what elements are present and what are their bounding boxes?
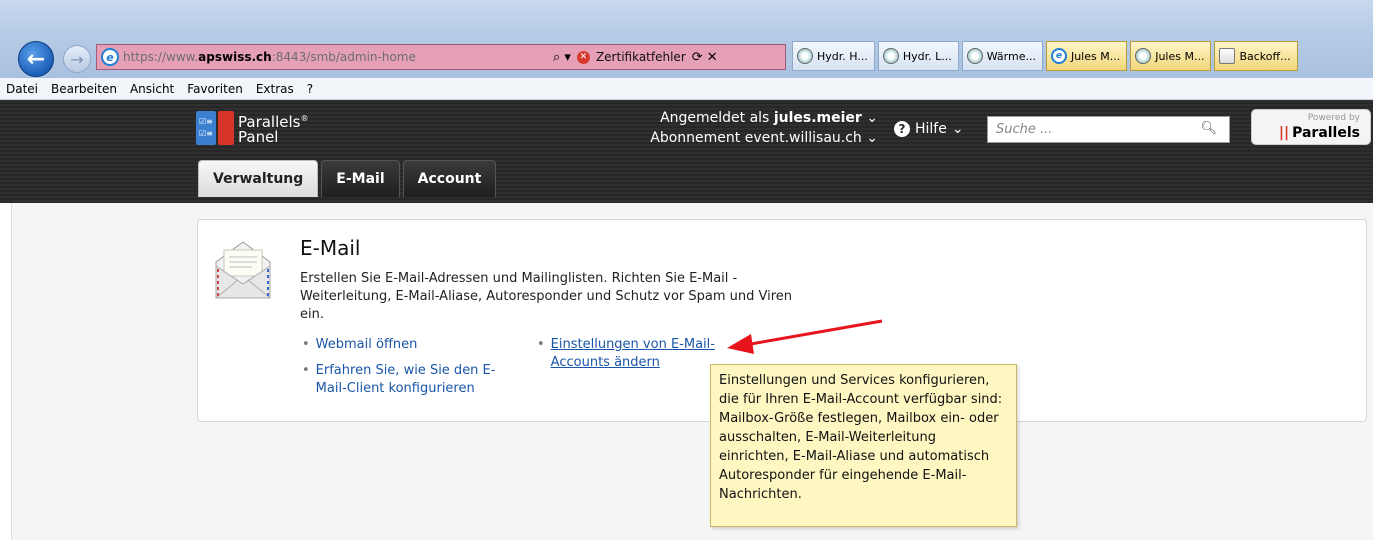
client-config-link[interactable]: Erfahren Sie, wie Sie den E- Mail-Client … xyxy=(316,362,496,398)
certificate-error-icon[interactable]: ✕ xyxy=(576,50,590,64)
url-text[interactable]: https://www.apswiss.ch:8443/smb/admin-ho… xyxy=(123,50,543,64)
chevron-down-icon: ⌄ xyxy=(866,130,878,146)
chevron-down-icon: ⌄ xyxy=(951,121,964,137)
left-scroll-strip xyxy=(0,203,12,540)
ie-icon: e xyxy=(101,48,119,66)
help-icon: ? xyxy=(894,121,910,137)
menu-bearbeiten[interactable]: Bearbeiten xyxy=(51,82,117,96)
browser-chrome: ← → e https://www.apswiss.ch:8443/smb/ad… xyxy=(0,0,1373,78)
back-button[interactable]: ← xyxy=(18,41,54,77)
browser-menubar: Datei Bearbeiten Ansicht Favoriten Extra… xyxy=(0,78,1373,100)
page-tools-icons[interactable]: ⟳ ✕ xyxy=(692,50,718,65)
doc-icon xyxy=(1219,48,1236,64)
tab-email[interactable]: E-Mail xyxy=(321,160,400,197)
certificate-error-label[interactable]: Zertifikatfehler xyxy=(596,50,686,64)
webmail-link[interactable]: Webmail öffnen xyxy=(316,336,418,354)
address-bar[interactable]: e https://www.apswiss.ch:8443/smb/admin-… xyxy=(96,44,786,70)
account-settings-link-item: • Einstellungen von E-Mail- Accounts ände… xyxy=(537,336,715,372)
logged-in-user[interactable]: Angemeldet als jules.meier ⌄ xyxy=(560,108,878,128)
browser-tab[interactable]: Backoff... xyxy=(1214,41,1298,71)
help-menu[interactable]: ? Hilfe ⌄ xyxy=(894,121,964,137)
browser-tab-strip: Hydr. H... Hydr. L... Wärme... e Jules M.… xyxy=(792,41,1298,71)
chevron-down-icon: ⌄ xyxy=(866,110,878,126)
account-settings-link[interactable]: Einstellungen von E-Mail- Accounts ändern xyxy=(551,336,715,372)
envelope-icon xyxy=(215,241,271,299)
red-annotation-arrow-icon xyxy=(727,319,883,354)
web-icon xyxy=(1135,48,1152,64)
ie-icon: e xyxy=(1050,48,1067,64)
web-icon xyxy=(966,48,983,64)
parallels-bars-icon: || xyxy=(1278,125,1290,141)
tab-verwaltung[interactable]: Verwaltung xyxy=(198,160,319,197)
email-section-description: Erstellen Sie E-Mail-Adressen und Mailin… xyxy=(300,271,793,322)
forward-button[interactable]: → xyxy=(63,45,91,73)
web-icon xyxy=(797,48,813,64)
client-config-link-item: • Erfahren Sie, wie Sie den E- Mail-Clien… xyxy=(302,362,496,398)
browser-tab[interactable]: Hydr. L... xyxy=(877,41,959,71)
menu-help[interactable]: ? xyxy=(307,82,313,96)
parallels-logo-icon: ☑≡ ☑≡ xyxy=(196,111,234,145)
panel-header: ☑≡ ☑≡ Parallels® Panel Angemeldet als ju… xyxy=(0,100,1373,203)
search-input[interactable]: Suche ... 🔍︎ xyxy=(987,116,1230,143)
browser-tab[interactable]: e Jules M... xyxy=(1045,41,1128,71)
browser-tab[interactable]: Jules M... xyxy=(1130,41,1212,71)
subscription-selector[interactable]: Abonnement event.willisau.ch ⌄ xyxy=(560,128,878,148)
account-settings-tooltip: Einstellungen und Services konfigurieren… xyxy=(710,364,1017,527)
menu-datei[interactable]: Datei xyxy=(6,82,38,96)
email-section-title: E-Mail xyxy=(300,236,361,260)
menu-ansicht[interactable]: Ansicht xyxy=(130,82,174,96)
webmail-link-item: • Webmail öffnen xyxy=(302,336,418,354)
search-icon[interactable]: 🔍︎ xyxy=(1200,121,1217,136)
account-info: Angemeldet als jules.meier ⌄ Abonnement … xyxy=(560,108,878,148)
parallels-panel-logo[interactable]: ☑≡ ☑≡ Parallels® Panel xyxy=(196,111,308,145)
search-dropdown-icon[interactable]: ⌕ ▾ xyxy=(553,50,571,65)
browser-tab[interactable]: Wärme... xyxy=(961,41,1043,71)
menu-favoriten[interactable]: Favoriten xyxy=(187,82,243,96)
menu-extras[interactable]: Extras xyxy=(256,82,294,96)
powered-by-badge[interactable]: Powered by || Parallels xyxy=(1251,109,1371,145)
web-icon xyxy=(882,48,899,64)
browser-tab[interactable]: Hydr. H... xyxy=(792,41,875,71)
tab-account[interactable]: Account xyxy=(402,160,497,197)
panel-tabs: Verwaltung E-Mail Account xyxy=(198,160,497,197)
